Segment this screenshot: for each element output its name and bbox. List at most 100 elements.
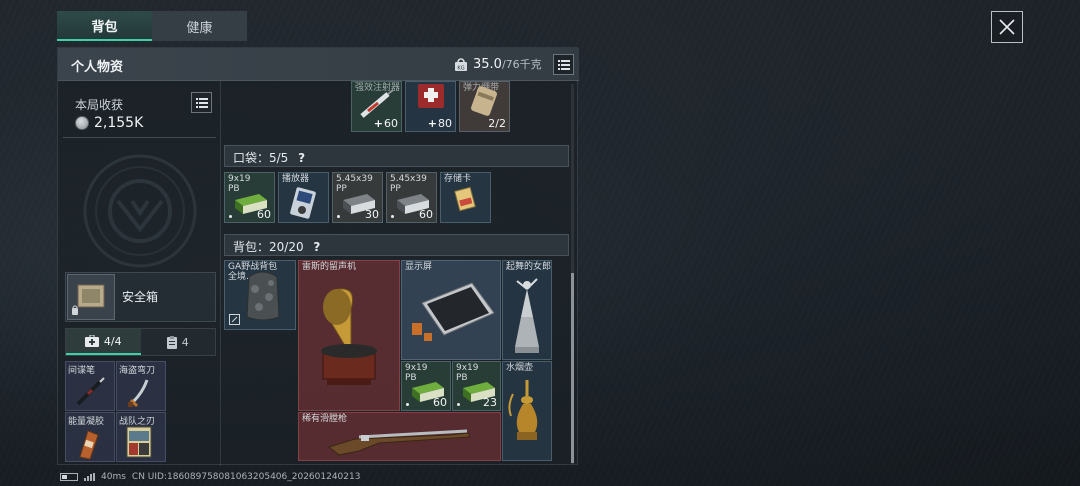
- safe-item-spy-pen[interactable]: 间谍笔: [65, 361, 115, 411]
- musket-icon: [327, 429, 470, 456]
- safe-box-label: 安全箱: [122, 290, 159, 304]
- item-first-aid-kit[interactable]: 80: [405, 81, 456, 132]
- magazine-icon: [126, 426, 152, 458]
- backpack-item-display-screen[interactable]: 显示屏: [401, 260, 501, 360]
- help-icon[interactable]: ?: [298, 151, 305, 165]
- weight-max: /76千克: [501, 58, 542, 71]
- tab-backpack[interactable]: 背包: [57, 11, 152, 41]
- safe-box-tabs: 4/4 4: [65, 328, 216, 356]
- item-count: 80: [428, 117, 452, 130]
- backpack-icon: [246, 271, 280, 321]
- close-button[interactable]: [991, 11, 1023, 43]
- backpack-item-hookah[interactable]: 水烟壶: [502, 361, 552, 461]
- item-count: 60: [433, 396, 447, 409]
- safe-box-items: 间谍笔 海盗弯刀 能量凝胶 战队之刃: [65, 361, 166, 463]
- weight-icon: KG: [455, 57, 467, 71]
- match-income: 本局收获 2,155K: [63, 86, 216, 138]
- battery-icon: [60, 473, 78, 481]
- dancer-statue-icon: [515, 278, 539, 353]
- item-name: 水烟壶: [506, 363, 534, 373]
- marker-dot: [229, 215, 232, 218]
- gel-pack-icon: [79, 430, 99, 460]
- marker-dot: [391, 215, 394, 218]
- safe-box[interactable]: 安全箱: [65, 272, 216, 322]
- item-syringe[interactable]: 强效注射器 60: [351, 81, 402, 132]
- signal-icon: [84, 473, 95, 481]
- tab-health[interactable]: 健康: [152, 11, 247, 41]
- item-count: 60: [419, 208, 433, 221]
- item-count: 60: [257, 208, 271, 221]
- item-name: 起舞的女郎: [506, 262, 552, 272]
- backpack-header: 背包：20/20 ?: [224, 234, 569, 256]
- list-icon: [557, 59, 570, 70]
- income-value-row: 2,155K: [75, 115, 143, 131]
- hookah-icon: [508, 380, 538, 440]
- backpack-item-ammo-9x19-b[interactable]: 9x19 PB 23: [452, 361, 501, 411]
- subtab-clipboard-label: 4: [181, 335, 189, 349]
- memory-card-icon: [454, 186, 476, 212]
- subtab-medkit-label: 4/4: [103, 334, 122, 348]
- pocket-item-ammo-545-b[interactable]: 5.45x39 PP 60: [386, 172, 437, 223]
- subtab-medkit[interactable]: 4/4: [66, 329, 141, 355]
- top-tabs: 背包 健康: [57, 11, 247, 41]
- backpack-item-dancer-statue[interactable]: 起舞的女郎: [502, 260, 552, 360]
- income-list-button[interactable]: [191, 92, 212, 113]
- income-value: 2,155K: [94, 115, 144, 131]
- list-icon: [195, 97, 208, 108]
- pocket-item-memory-card[interactable]: 存储卡: [440, 172, 491, 223]
- svg-text:KG: KG: [457, 65, 464, 71]
- marker-dot: [337, 215, 340, 218]
- backpack-label: 背包：20/20 ?: [233, 240, 321, 254]
- weight-current: 35.0: [473, 56, 502, 72]
- weight-indicator: KG 35.0 /76千克: [454, 56, 542, 72]
- item-name: 显示屏: [405, 262, 433, 272]
- pocket-label: 口袋：5/5 ?: [233, 151, 306, 165]
- ping-value: 40ms: [101, 472, 126, 482]
- pocket-header: 口袋：5/5 ?: [224, 145, 569, 167]
- swap-icon: [229, 314, 240, 325]
- sort-list-button[interactable]: [553, 54, 574, 75]
- scroll-thumb[interactable]: [571, 273, 574, 463]
- panel-title: 个人物资: [71, 60, 124, 75]
- backpack-item-musket[interactable]: 稀有滑膛枪: [298, 412, 501, 461]
- close-icon: [999, 19, 1015, 35]
- help-icon[interactable]: ?: [313, 240, 320, 254]
- income-label: 本局收获: [75, 98, 124, 112]
- gramophone-icon: [321, 288, 377, 385]
- safe-item-pirate-cutlass[interactable]: 海盗弯刀: [116, 361, 166, 411]
- item-elastic-bandage[interactable]: 弹力绷带 2/2: [459, 81, 510, 132]
- pen-icon: [76, 377, 105, 406]
- subtab-clipboard[interactable]: 4: [140, 329, 215, 355]
- pocket-item-media-player[interactable]: 播放器: [278, 172, 329, 223]
- left-column: 本局收获 2,155K 安全箱 4/4 4 间谍笔 海盗弯刀 能量凝胶 战队之刃: [58, 81, 221, 466]
- item-count: 23: [483, 396, 497, 409]
- emblem-icon: [83, 154, 197, 268]
- uid-text: CN UID:18608975808106320540​6_2026012402…: [131, 472, 361, 482]
- safe-item-team-blade[interactable]: 战队之刃: [116, 412, 166, 462]
- bandage-icon: [471, 86, 497, 116]
- inventory-area: 强效注射器 60 80 弹力绷带 2/2 口袋：5/5: [221, 81, 579, 466]
- status-bar: 40ms CN UID:18608975808106320540​6_20260…: [60, 472, 360, 482]
- clipboard-icon: [166, 335, 177, 349]
- safe-box-icon: [67, 274, 115, 320]
- item-count: 2/2: [488, 117, 506, 130]
- medkit-icon: [84, 335, 99, 347]
- item-count: 30: [365, 208, 379, 221]
- backpack-item-gramophone[interactable]: 雷斯的留声机: [298, 260, 400, 411]
- pocket-item-ammo-9x19[interactable]: 9x19 PB 60: [224, 172, 275, 223]
- marker-dot: [457, 403, 460, 406]
- item-count: 60: [374, 117, 398, 130]
- item-name: 雷斯的留声机: [302, 262, 357, 272]
- personal-supplies-panel: 个人物资 KG 35.0 /76千克 本局收获 2,155K 安全箱 4/4 4…: [57, 47, 579, 466]
- first-aid-kit-icon: [418, 84, 444, 108]
- panel-header: 个人物资 KG 35.0 /76千克: [58, 48, 579, 81]
- safe-item-energy-gel[interactable]: 能量凝胶: [65, 412, 115, 462]
- cutlass-icon: [128, 379, 149, 408]
- media-player-icon: [290, 187, 316, 219]
- coin-icon: [75, 116, 89, 130]
- marker-dot: [406, 403, 409, 406]
- backpack-item-ammo-9x19-a[interactable]: 9x19 PB 60: [401, 361, 451, 411]
- equipped-backpack[interactable]: GA野战背包 全境…: [224, 260, 296, 330]
- display-screen-icon: [412, 282, 495, 341]
- pocket-item-ammo-545-a[interactable]: 5.45x39 PP 30: [332, 172, 383, 223]
